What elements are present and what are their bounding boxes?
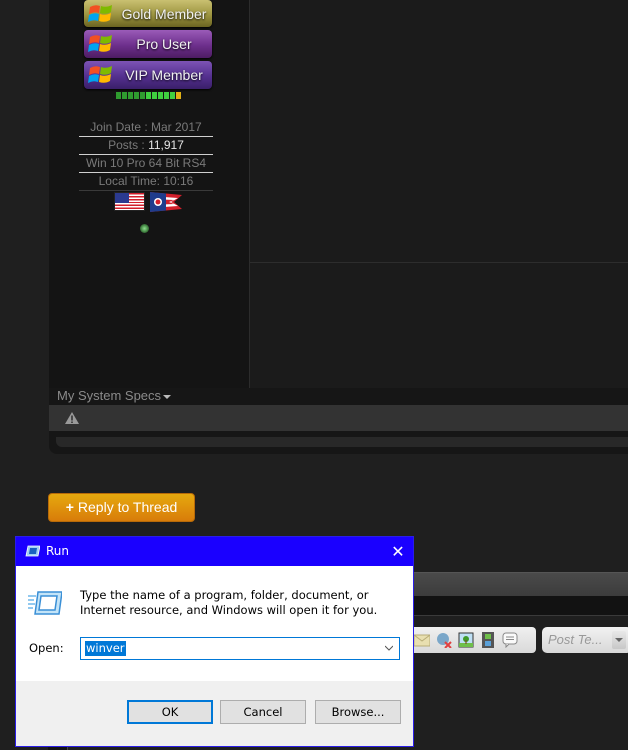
system-specs-toggle[interactable]: My System Specs [57, 388, 172, 404]
ohio-flag-icon [150, 192, 182, 212]
rank-label: VIP Member [125, 67, 203, 83]
reputation-segment [116, 92, 121, 99]
reputation-segment [134, 92, 139, 99]
post-content [249, 0, 628, 388]
unlink-icon[interactable] [436, 632, 452, 648]
signature-divider [250, 262, 628, 263]
forum-post: Gold Member Pro User VIP Member Join Dat… [49, 0, 628, 454]
post-template-select[interactable]: Post Te... [542, 627, 628, 653]
cancel-button[interactable]: Cancel [220, 700, 306, 724]
operating-system: Win 10 Pro 64 Bit RS4 [79, 155, 213, 173]
run-icon [28, 591, 62, 615]
reply-button-label: Reply to Thread [77, 499, 178, 515]
quick-reply-band [413, 596, 628, 616]
run-app-icon [25, 545, 40, 557]
close-button[interactable]: ✕ [383, 537, 413, 566]
reputation-bar [116, 92, 181, 99]
location-flags [114, 192, 182, 212]
close-icon: ✕ [391, 542, 405, 561]
online-status-icon [140, 224, 149, 233]
rank-label: Pro User [136, 36, 192, 52]
post-footer-strip [56, 437, 628, 447]
windows-logo-icon [88, 5, 112, 22]
rank-label: Gold Member [121, 6, 207, 22]
post-count-value: 11,917 [148, 138, 184, 152]
forum-page: Gold Member Pro User VIP Member Join Dat… [0, 0, 628, 750]
ok-button[interactable]: OK [127, 700, 213, 724]
open-input-value[interactable]: winver [85, 641, 126, 656]
caret-down-icon [163, 394, 172, 399]
editor-toolbar [408, 627, 536, 653]
post-footer-bar [49, 405, 628, 431]
rank-badge-pro-user: Pro User [84, 30, 212, 58]
report-warning-icon[interactable] [65, 412, 79, 424]
run-dialog-button-bar: OK Cancel Browse... [16, 681, 413, 746]
plus-icon: + [65, 499, 74, 515]
us-flag-icon [114, 192, 145, 211]
chevron-down-icon[interactable] [385, 644, 393, 652]
rank-badge-gold-member: Gold Member [84, 0, 212, 27]
reputation-segment [128, 92, 133, 99]
image-icon[interactable] [458, 632, 474, 648]
user-stats: Join Date : Mar 2017 Posts : 11,917 Win … [79, 119, 213, 191]
open-label: Open: [29, 641, 64, 655]
run-dialog: Run ✕ Type the name of a program, folder… [15, 536, 414, 747]
post-count: Posts : 11,917 [79, 137, 213, 155]
reputation-segment [176, 92, 181, 99]
reputation-segment [122, 92, 127, 99]
run-dialog-titlebar[interactable]: Run ✕ [16, 537, 413, 566]
join-date: Join Date : Mar 2017 [79, 119, 213, 137]
windows-logo-icon [88, 66, 112, 83]
reputation-segment [170, 92, 175, 99]
run-description: Type the name of a program, folder, docu… [80, 588, 378, 617]
post-count-label: Posts : [108, 138, 149, 152]
windows-logo-icon [88, 35, 112, 52]
reputation-segment [152, 92, 157, 99]
reputation-segment [164, 92, 169, 99]
rank-badge-vip-member: VIP Member [84, 61, 212, 89]
dropdown-arrow-icon [612, 631, 626, 649]
quote-icon[interactable] [502, 632, 518, 648]
system-specs-label: My System Specs [57, 388, 162, 403]
video-icon[interactable] [480, 632, 496, 648]
post-template-placeholder: Post Te... [548, 632, 603, 647]
user-info-panel: Gold Member Pro User VIP Member Join Dat… [49, 0, 249, 388]
local-time: Local Time: 10:16 [79, 173, 213, 191]
open-combobox[interactable]: winver [80, 637, 400, 660]
reputation-segment [140, 92, 145, 99]
email-icon[interactable] [414, 632, 430, 648]
reply-to-thread-button[interactable]: + Reply to Thread [48, 493, 195, 522]
reputation-segment [146, 92, 151, 99]
browse-button[interactable]: Browse... [315, 700, 401, 724]
reputation-segment [158, 92, 163, 99]
run-dialog-title: Run [46, 544, 70, 558]
quick-reply-header [413, 572, 628, 596]
